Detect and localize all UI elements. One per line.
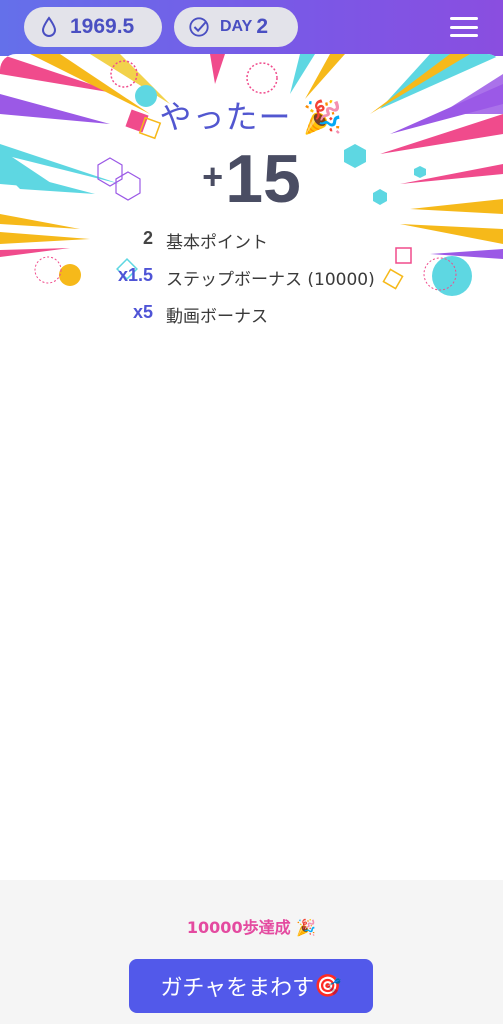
result-card: やったー 🎉 +15 2 基本ポイント x1.5 ステップボーナス (10000… [0, 54, 503, 880]
hamburger-menu-icon[interactable] [448, 14, 480, 40]
bonus-row-steps: x1.5 ステップボーナス (10000) [0, 263, 503, 293]
top-bar: 1969.5 DAY 2 [0, 0, 503, 56]
drop-icon [38, 16, 60, 38]
plus-sign: + [202, 156, 224, 197]
bonus-label: 動画ボーナス [166, 307, 268, 327]
party-popper-icon: 🎉 [302, 98, 344, 136]
check-circle-icon [188, 16, 210, 38]
score-value: 15 [225, 141, 301, 217]
party-popper-icon: 🎉 [296, 918, 317, 937]
gacha-button-label: ガチャをまわす [160, 976, 315, 1001]
day-label: DAY [220, 18, 253, 35]
title-text: やったー [159, 98, 292, 136]
result-title: やったー 🎉 [0, 92, 503, 138]
gacha-button[interactable]: ガチャをまわす 🎯 [129, 959, 373, 1013]
bonus-label: 基本ポイント [166, 233, 268, 253]
points-value: 1969.5 [70, 15, 135, 38]
earned-points: +15 [0, 140, 503, 218]
achievement-text: 10000歩達成 [186, 918, 291, 937]
bottom-panel: 10000歩達成 🎉 ガチャをまわす 🎯 [0, 880, 503, 1024]
bonus-row-video: x5 動画ボーナス [0, 300, 503, 330]
bonus-multiplier: 2 [142, 228, 153, 248]
day-badge[interactable]: DAY 2 [174, 7, 298, 47]
target-icon: 🎯 [314, 973, 342, 999]
day-number: 2 [256, 15, 268, 38]
bonus-row-base: 2 基本ポイント [0, 226, 503, 256]
bonus-multiplier: x1.5 [117, 265, 153, 285]
achievement-message: 10000歩達成 🎉 [0, 914, 503, 938]
points-badge[interactable]: 1969.5 [24, 7, 162, 47]
bonus-label: ステップボーナス (10000) [166, 270, 375, 290]
bonus-multiplier: x5 [132, 302, 153, 322]
